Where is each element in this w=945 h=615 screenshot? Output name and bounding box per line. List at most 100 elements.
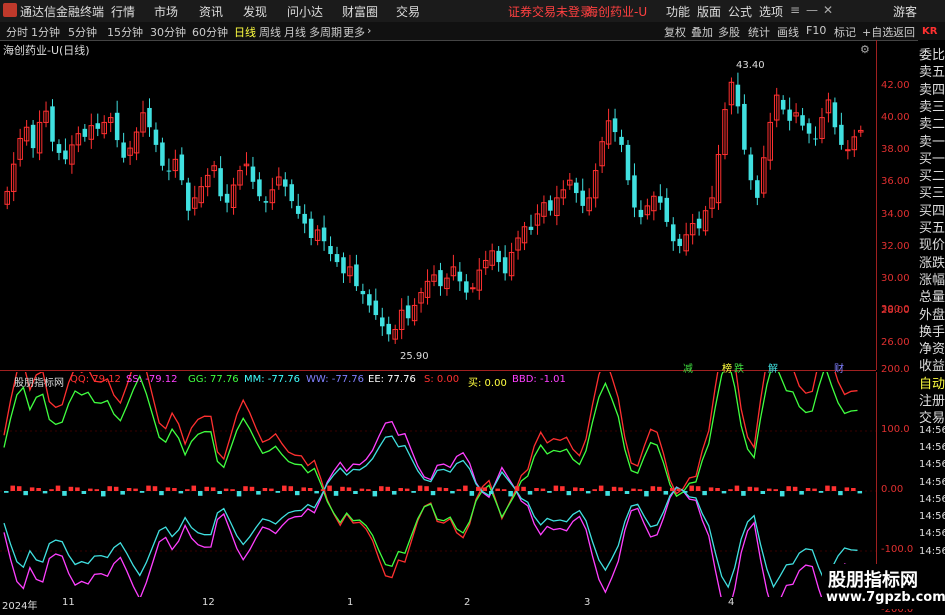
side-item: 现价	[919, 238, 945, 254]
bbd-bar	[605, 491, 610, 496]
btn-biaoji[interactable]: 标记	[834, 24, 856, 40]
bbd-bar	[42, 491, 48, 494]
indicator-value-MM: MM: -77.76	[244, 374, 301, 385]
bbd-bar	[521, 486, 526, 491]
period-15min[interactable]: 15分钟	[107, 24, 143, 40]
chevron-right-icon[interactable]: ›	[367, 24, 371, 37]
bbd-bar	[159, 491, 164, 496]
btn-duogu[interactable]: 多股	[718, 24, 740, 40]
candle-body	[632, 175, 637, 208]
candle-body	[121, 142, 126, 158]
period-1min[interactable]: 1分钟	[31, 24, 60, 40]
menu-caifuquan[interactable]: 财富圈	[342, 3, 378, 20]
period-monthly[interactable]: 月线	[284, 24, 306, 40]
side-item: 卖二	[919, 117, 945, 133]
candle-body	[95, 123, 101, 129]
side-item: 委比	[919, 48, 945, 63]
date-tick: 11	[62, 597, 75, 608]
bbd-bar	[288, 486, 294, 491]
period-60min[interactable]: 60分钟	[192, 24, 228, 40]
menu-icon[interactable]: ≡	[790, 3, 800, 17]
candle-body	[638, 209, 644, 218]
btn-tongji[interactable]: 统计	[748, 24, 770, 40]
login-status[interactable]: 证券交易未登录	[508, 3, 592, 20]
menu-wenxiaoda[interactable]: 问小达	[287, 3, 323, 20]
side-item: 总量	[919, 290, 945, 306]
user-label[interactable]: 游客	[893, 3, 917, 20]
side-item: 14:56	[919, 545, 945, 557]
menu-zixun[interactable]: 资讯	[199, 3, 223, 20]
period-30min[interactable]: 30分钟	[150, 24, 186, 40]
menu-xuanxiang[interactable]: 选项	[759, 3, 783, 20]
menu-banmian[interactable]: 版面	[697, 3, 721, 20]
low-price-label: 25.90	[400, 351, 429, 362]
bbd-bar	[10, 485, 15, 491]
candle-body	[670, 224, 676, 242]
bbd-bar	[527, 491, 533, 495]
bbd-bar	[547, 491, 552, 493]
menu-shichang[interactable]: 市场	[154, 3, 178, 20]
bbd-bar	[314, 491, 319, 494]
btn-zixuan[interactable]: +自选	[862, 24, 893, 40]
bbd-bar	[851, 488, 856, 491]
candle-body	[664, 197, 670, 222]
side-item[interactable]: 交易	[919, 407, 945, 426]
watermark-url: www.7gpzb.com	[826, 590, 945, 605]
candle-body	[360, 290, 366, 295]
bbd-bar	[411, 491, 416, 493]
candle-body	[56, 144, 62, 153]
menu-gongshi[interactable]: 公式	[728, 3, 752, 20]
side-item[interactable]: 注册	[919, 390, 945, 409]
side-item[interactable]: 自动	[919, 373, 945, 392]
menu-faxian[interactable]: 发现	[243, 3, 267, 20]
close-icon[interactable]: ✕	[823, 3, 833, 17]
period-weekly[interactable]: 周线	[259, 24, 281, 40]
period-daily[interactable]: 日线	[234, 24, 256, 40]
bbd-bar	[469, 491, 475, 496]
bbd-bar	[799, 491, 804, 495]
period-more[interactable]: 更多	[343, 24, 365, 40]
bbd-bar	[36, 488, 41, 491]
btn-huaxian[interactable]: 画线	[777, 24, 799, 40]
side-item: 14:56	[919, 528, 945, 540]
candle-body	[528, 226, 534, 230]
bbd-bar	[715, 488, 720, 491]
candle-body	[147, 107, 152, 128]
watermark-title: 股朋指标网	[828, 570, 918, 591]
candle-body	[696, 218, 702, 229]
period-multi[interactable]: 多周期	[309, 24, 342, 40]
candle-body	[813, 138, 818, 140]
btn-fuquan[interactable]: 复权	[664, 24, 686, 40]
bbd-bar	[372, 491, 378, 497]
bbd-bar	[553, 485, 559, 491]
menu-hangqing[interactable]: 行情	[111, 3, 135, 20]
bbd-bar	[689, 485, 694, 491]
side-item: 买四	[919, 203, 945, 219]
side-item: 收益	[919, 359, 945, 375]
settings-gear-icon[interactable]: ⚙	[860, 43, 870, 56]
btn-diejia[interactable]: 叠加	[691, 24, 713, 40]
period-5min[interactable]: 5分钟	[68, 24, 97, 40]
bbd-bar	[133, 488, 138, 491]
menu-gongneng[interactable]: 功能	[666, 3, 690, 20]
bbd-bar	[269, 488, 274, 491]
kr-label: KR	[922, 26, 938, 37]
btn-fanhui[interactable]: 返回	[893, 24, 915, 40]
bbd-bar	[210, 487, 216, 491]
side-item: 涨跌	[919, 255, 945, 271]
indicator-value-BBD: BBD: -1.01	[512, 374, 566, 385]
minimize-icon[interactable]: —	[806, 3, 818, 17]
period-fenshi[interactable]: 分时	[6, 24, 28, 40]
bbd-bar	[779, 491, 785, 497]
candlestick-chart[interactable]	[0, 40, 876, 371]
btn-f10[interactable]: F10	[806, 24, 826, 37]
candle-body	[367, 294, 372, 306]
indicator-chart[interactable]	[0, 372, 876, 597]
candle-body	[677, 238, 682, 247]
menu-jiaoyi[interactable]: 交易	[396, 3, 420, 20]
side-item: 14:56	[919, 511, 945, 523]
date-axis: 2024年 11 12 1 2 3 4	[0, 597, 876, 612]
indicator-name: 股朋指标网	[14, 378, 64, 389]
candle-body	[832, 102, 838, 128]
candle-body	[386, 323, 391, 335]
